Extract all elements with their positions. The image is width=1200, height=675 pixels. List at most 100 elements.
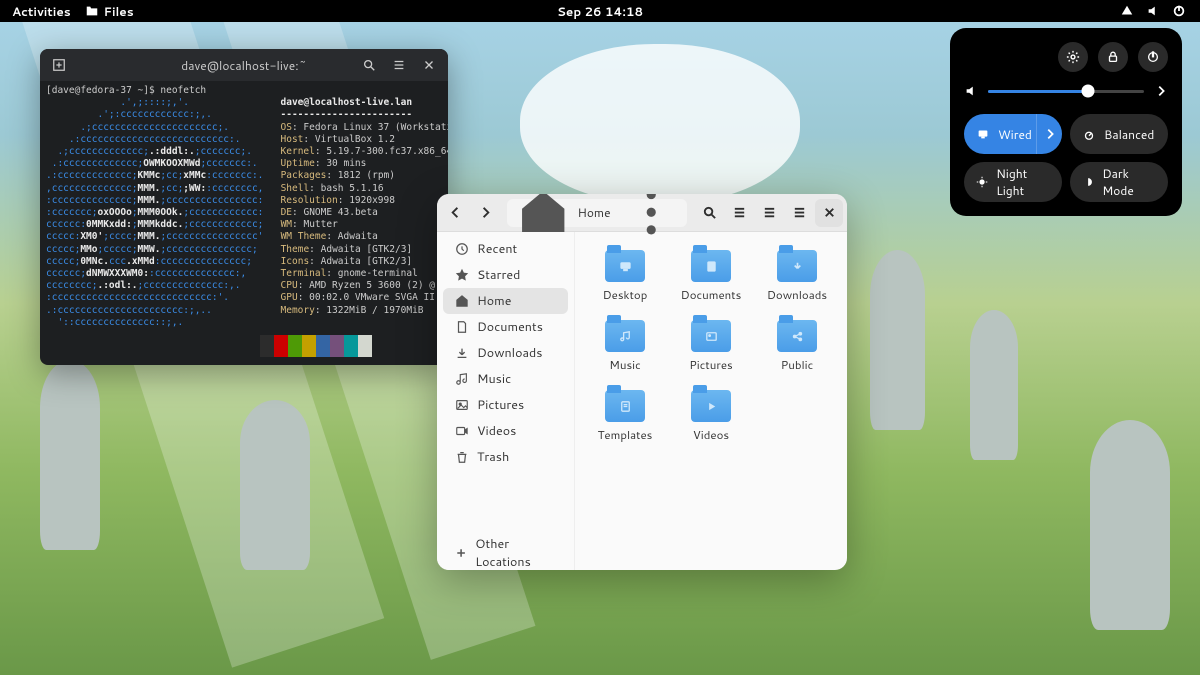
folder-desktop[interactable]: Desktop [585, 250, 665, 320]
folder-label: Downloads [767, 286, 827, 303]
activities-button[interactable]: Activities [12, 3, 71, 20]
volume-slider-row [964, 84, 1168, 98]
clock[interactable]: Sep 26 14:18 [557, 3, 643, 20]
power-icon[interactable] [1172, 4, 1186, 18]
volume-mute-icon[interactable] [964, 84, 978, 98]
folder-icon [691, 390, 731, 422]
other-locations-label: Other Locations [475, 535, 556, 570]
terminal-header: dave@localhost-live:~ [40, 49, 448, 81]
terminal-title: dave@localhost-live:~ [181, 57, 307, 74]
terminal-close-button[interactable] [416, 54, 442, 76]
folder-public[interactable]: Public [757, 320, 837, 390]
wallpaper-rock [240, 400, 310, 570]
files-sidebar: Recent Starred Home Documents Downloads Music… [437, 232, 575, 570]
sidebar-item-label: Trash [477, 448, 509, 466]
balanced-icon [1082, 127, 1096, 141]
files-window: Home Recent Starred Home Documents Downloads… [437, 194, 847, 570]
pathbar-label: Home [577, 204, 610, 221]
power-button[interactable] [1138, 42, 1168, 72]
volume-icon[interactable] [1146, 4, 1160, 18]
wallpaper-rock [40, 360, 100, 550]
view-list-button[interactable] [755, 199, 783, 227]
wired-toggle[interactable]: Wired [964, 114, 1062, 154]
folder-label: Documents [681, 286, 742, 303]
sidebar-item-videos[interactable]: Videos [443, 418, 568, 444]
sidebar-item-pictures[interactable]: Pictures [443, 392, 568, 418]
volume-slider[interactable] [988, 90, 1144, 93]
sidebar-item-recent[interactable]: Recent [443, 236, 568, 262]
sidebar-item-label: Pictures [477, 396, 524, 414]
terminal-search-button[interactable] [356, 54, 382, 76]
folder-icon [85, 4, 99, 18]
trash-icon [455, 450, 469, 464]
sidebar-item-trash[interactable]: Trash [443, 444, 568, 470]
folder-pictures[interactable]: Pictures [671, 320, 751, 390]
files-grid: Desktop Documents Downloads Music Pictures Pu… [575, 232, 847, 570]
sidebar-item-label: Music [477, 370, 511, 388]
pic-icon [455, 398, 469, 412]
sidebar-item-downloads[interactable]: Downloads [443, 340, 568, 366]
folder-documents[interactable]: Documents [671, 250, 751, 320]
dark-mode-label: Dark Mode [1102, 165, 1156, 199]
sidebar-item-starred[interactable]: Starred [443, 262, 568, 288]
folder-icon [777, 250, 817, 282]
folder-videos[interactable]: Videos [671, 390, 751, 460]
sidebar-item-label: Videos [477, 422, 516, 440]
view-grid-button[interactable] [725, 199, 753, 227]
folder-label: Music [609, 356, 640, 373]
other-locations[interactable]: Other Locations [443, 540, 568, 566]
wallpaper-rock [970, 310, 1018, 460]
star-icon [455, 268, 469, 282]
wired-submenu[interactable] [1036, 114, 1062, 154]
settings-button[interactable] [1058, 42, 1088, 72]
sidebar-item-label: Documents [477, 318, 543, 336]
folder-label: Public [781, 356, 814, 373]
dark-mode-icon [1082, 175, 1094, 189]
new-tab-button[interactable] [46, 54, 72, 76]
active-app-label: Files [104, 3, 134, 20]
folder-music[interactable]: Music [585, 320, 665, 390]
folder-icon [691, 250, 731, 282]
terminal-body[interactable]: [dave@fedora-37 ~]$ neofetch .',;::::;,'… [40, 81, 448, 361]
folder-icon [691, 320, 731, 352]
files-header: Home [437, 194, 847, 232]
terminal-window: dave@localhost-live:~ [dave@fedora-37 ~]… [40, 49, 448, 365]
folder-downloads[interactable]: Downloads [757, 250, 837, 320]
down-icon [455, 346, 469, 360]
folder-templates[interactable]: Templates [585, 390, 665, 460]
hamburger-button[interactable] [785, 199, 813, 227]
active-app-indicator[interactable]: Files [85, 3, 134, 20]
search-button[interactable] [695, 199, 723, 227]
folder-icon [605, 320, 645, 352]
terminal-menu-button[interactable] [386, 54, 412, 76]
wallpaper-rock [1090, 420, 1170, 630]
folder-label: Pictures [689, 356, 732, 373]
balanced-label: Balanced [1104, 126, 1154, 143]
vid-icon [455, 424, 469, 438]
network-icon[interactable] [1120, 4, 1134, 18]
forward-button[interactable] [471, 199, 499, 227]
pathbar[interactable]: Home [507, 199, 687, 227]
sidebar-item-music[interactable]: Music [443, 366, 568, 392]
night-light-icon [976, 175, 988, 189]
wired-label: Wired [998, 126, 1032, 143]
terminal-palette [260, 335, 442, 357]
lock-button[interactable] [1098, 42, 1128, 72]
chevron-right-icon[interactable] [1154, 84, 1168, 98]
top-bar: Activities Files Sep 26 14:18 [0, 0, 1200, 22]
files-close-button[interactable] [815, 199, 843, 227]
dark-mode-toggle[interactable]: Dark Mode [1070, 162, 1168, 202]
wallpaper-rock [870, 250, 925, 430]
music-icon [455, 372, 469, 386]
back-button[interactable] [441, 199, 469, 227]
folder-icon [605, 390, 645, 422]
sidebar-item-home[interactable]: Home [443, 288, 568, 314]
sidebar-item-documents[interactable]: Documents [443, 314, 568, 340]
night-light-toggle[interactable]: Night Light [964, 162, 1062, 202]
folder-label: Templates [598, 426, 653, 443]
power-mode-toggle[interactable]: Balanced [1070, 114, 1168, 154]
sidebar-item-label: Recent [477, 240, 517, 258]
folder-icon [605, 250, 645, 282]
sidebar-item-label: Downloads [477, 344, 542, 362]
sidebar-item-label: Home [477, 292, 511, 310]
